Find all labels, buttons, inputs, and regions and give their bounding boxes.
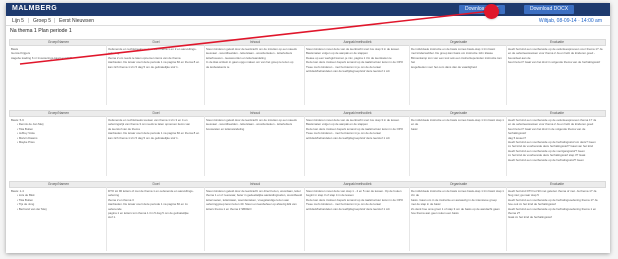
annotation-arrow [19,10,492,65]
annotation-marker [484,4,499,19]
